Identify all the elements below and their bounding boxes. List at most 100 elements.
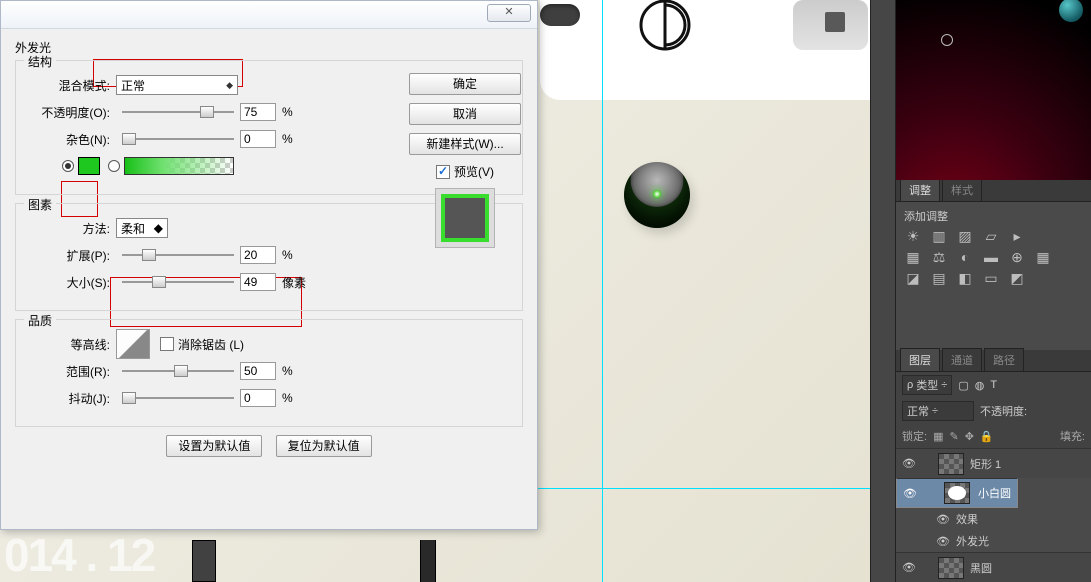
range-input[interactable]: 50	[240, 362, 276, 380]
canvas-pill	[540, 4, 580, 26]
posterize-icon[interactable]: ▤	[930, 271, 948, 287]
ruler-strip	[192, 540, 216, 582]
ok-button[interactable]: 确定	[409, 73, 521, 95]
size-input[interactable]: 49	[240, 273, 276, 291]
tool-column[interactable]	[870, 0, 896, 582]
balance-icon[interactable]: ⚖	[930, 250, 948, 266]
noise-label: 杂色(N):	[28, 131, 116, 148]
brightness-icon[interactable]: ☀	[904, 229, 922, 245]
new-style-button[interactable]: 新建样式(W)...	[409, 133, 521, 155]
layer-row[interactable]: 👁 黑圆	[896, 552, 1091, 582]
opacity-slider[interactable]	[122, 104, 234, 120]
picker-cursor-icon	[941, 34, 953, 46]
visibility-icon[interactable]: 👁	[936, 513, 950, 526]
color-picker[interactable]	[896, 0, 1091, 180]
adjust-icon-row: ◪ ▤ ◧ ▭ ◩	[904, 271, 1083, 287]
visibility-icon[interactable]: 👁	[903, 487, 917, 500]
visibility-icon[interactable]: 👁	[936, 535, 950, 548]
filter-adjust-icon[interactable]: ◍	[975, 379, 985, 392]
unit-label: %	[282, 105, 293, 119]
lock-move-icon[interactable]: ✥	[965, 430, 974, 443]
size-slider[interactable]	[122, 274, 234, 290]
threshold-icon[interactable]: ◧	[956, 271, 974, 287]
adjust-tabs: 调整 样式	[896, 180, 1091, 202]
tab-paths[interactable]: 路径	[984, 348, 1024, 371]
layer-name[interactable]: 小白圆	[978, 485, 1011, 501]
selective-icon[interactable]: ◩	[1008, 271, 1026, 287]
preview-ball	[624, 162, 690, 228]
levels-icon[interactable]: ▥	[930, 229, 948, 245]
noise-input[interactable]: 0	[240, 130, 276, 148]
blend-mode-label: 混合模式:	[28, 77, 116, 94]
photo-filter-icon[interactable]: ▬	[982, 250, 1000, 266]
filter-image-icon[interactable]: ▢	[958, 379, 968, 392]
effect-name: 外发光	[956, 533, 989, 549]
effects-label: 效果	[956, 511, 978, 527]
gradient-map-icon[interactable]: ▭	[982, 271, 1000, 287]
tab-channels[interactable]: 通道	[942, 348, 982, 371]
gradient-picker[interactable]	[124, 157, 234, 175]
unit-label: %	[282, 132, 293, 146]
noise-slider[interactable]	[122, 131, 234, 147]
jitter-label: 抖动(J):	[28, 390, 116, 407]
jitter-input[interactable]: 0	[240, 389, 276, 407]
arrow-icon[interactable]: ▸	[1008, 229, 1026, 245]
color-radio[interactable]	[62, 160, 74, 172]
vertical-bar	[420, 540, 436, 582]
spread-input[interactable]: 20	[240, 246, 276, 264]
layer-thumb[interactable]	[938, 557, 964, 579]
gradient-radio[interactable]	[108, 160, 120, 172]
layer-filter-select[interactable]: ρ类型÷	[902, 375, 952, 395]
visibility-icon[interactable]: 👁	[902, 561, 916, 574]
invert-icon[interactable]: ◪	[904, 271, 922, 287]
lock-all-icon[interactable]: 🔒	[980, 430, 994, 443]
tab-layers[interactable]: 图层	[900, 348, 940, 371]
cancel-button[interactable]: 取消	[409, 103, 521, 125]
layer-row[interactable]: 👁 矩形 1	[896, 448, 1091, 478]
bw-icon[interactable]: ◐	[956, 250, 974, 266]
layer-name[interactable]: 黑圆	[970, 560, 992, 576]
range-slider[interactable]	[122, 363, 234, 379]
dialog-titlebar[interactable]: ✕	[1, 1, 537, 29]
visibility-icon[interactable]: 👁	[902, 457, 916, 470]
layer-effect-item[interactable]: 👁 外发光	[896, 530, 1091, 552]
set-default-button[interactable]: 设置为默认值	[166, 435, 262, 457]
layer-row[interactable]: 👁 小白圆	[896, 478, 1018, 508]
opacity-input[interactable]: 75	[240, 103, 276, 121]
layer-style-dialog: ✕ 外发光 结构 混合模式: 正常◆ 不透明度(O): 75 % 杂色(N): …	[0, 0, 538, 530]
layer-tabs: 图层 通道 路径	[896, 350, 1091, 372]
layer-thumb[interactable]	[944, 482, 970, 504]
add-adjust-label: 添加调整	[904, 208, 1083, 224]
vibrance-icon[interactable]: ▦	[904, 250, 922, 266]
exposure-icon[interactable]: ▱	[982, 229, 1000, 245]
contour-picker[interactable]	[116, 329, 150, 359]
mixer-icon[interactable]: ⊕	[1008, 250, 1026, 266]
jitter-slider[interactable]	[122, 390, 234, 406]
guide-horizontal[interactable]	[480, 488, 870, 489]
antialias-checkbox[interactable]	[160, 337, 174, 351]
preview-checkbox[interactable]	[436, 165, 450, 179]
watermark-text: 014 . 12	[0, 528, 154, 582]
method-select[interactable]: 柔和◆	[116, 218, 168, 238]
layer-thumb[interactable]	[938, 453, 964, 475]
curves-icon[interactable]: ▨	[956, 229, 974, 245]
lut-icon[interactable]: ▦	[1034, 250, 1052, 266]
lock-brush-icon[interactable]: ✎	[949, 430, 958, 443]
blend-mode-select[interactable]: 正常÷	[902, 401, 974, 421]
unit-label: %	[282, 364, 293, 378]
reset-default-button[interactable]: 复位为默认值	[276, 435, 372, 457]
spread-slider[interactable]	[122, 247, 234, 263]
guide-vertical[interactable]	[602, 0, 603, 582]
filter-type-icon[interactable]: T	[990, 379, 997, 391]
layer-name[interactable]: 矩形 1	[970, 456, 1001, 472]
method-label: 方法:	[28, 220, 116, 237]
color-swatch[interactable]	[78, 157, 100, 175]
tab-styles[interactable]: 样式	[942, 178, 982, 201]
lock-pixels-icon[interactable]: ▦	[933, 430, 943, 443]
tab-adjust[interactable]: 调整	[900, 178, 940, 201]
circle-split-icon	[635, 0, 695, 55]
layer-effects-row[interactable]: 👁 效果	[896, 508, 1091, 530]
blend-mode-select[interactable]: 正常◆	[116, 75, 238, 95]
contour-label: 等高线:	[28, 336, 116, 353]
dialog-close-button[interactable]: ✕	[487, 4, 531, 22]
